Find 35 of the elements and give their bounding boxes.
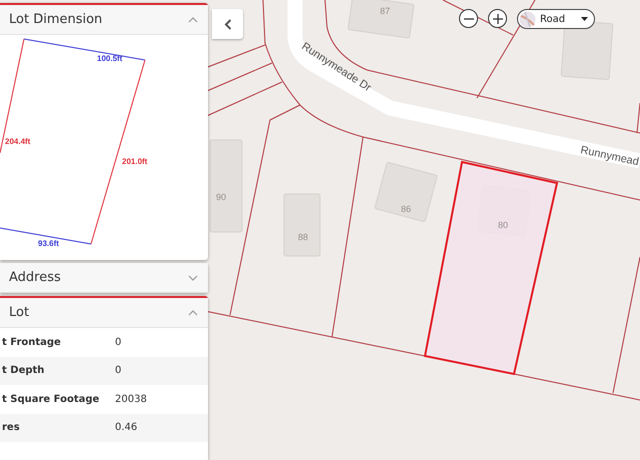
building bbox=[284, 194, 320, 256]
field-value: 0 bbox=[115, 364, 122, 378]
collapse-panel-button[interactable] bbox=[212, 9, 243, 39]
panel-header[interactable]: Address bbox=[0, 263, 208, 293]
house-number: 90 bbox=[216, 192, 226, 202]
selected-lot[interactable] bbox=[424, 160, 558, 376]
dimension-label: 100.5ft bbox=[97, 54, 122, 63]
field-label: t Square Footage bbox=[1, 392, 100, 407]
field-label: res bbox=[1, 421, 21, 436]
panel-header[interactable]: Lot Dimension bbox=[0, 5, 208, 35]
field-label: t Frontage bbox=[1, 336, 62, 350]
map-type-dropdown[interactable]: Road bbox=[517, 9, 595, 29]
house-number: 86 bbox=[401, 204, 411, 214]
chevron-up-icon[interactable] bbox=[188, 16, 198, 22]
chevron-up-icon[interactable] bbox=[188, 310, 198, 316]
field-value: 0 bbox=[115, 336, 122, 350]
panel-title: Lot Dimension bbox=[9, 10, 102, 29]
dimension-label: 204.4ft bbox=[5, 137, 30, 146]
field-label: t Depth bbox=[1, 364, 46, 378]
field-value: 0.46 bbox=[115, 421, 138, 436]
panel-title: Lot bbox=[9, 304, 30, 322]
dimension-label: 93.6ft bbox=[38, 239, 59, 248]
house-number: 88 bbox=[298, 232, 308, 242]
dropdown-value: Road bbox=[540, 12, 566, 26]
building bbox=[347, 0, 415, 39]
panel-header[interactable]: Lot bbox=[0, 298, 208, 328]
field-value: 20038 bbox=[115, 392, 147, 407]
dimension-label: 201.0ft bbox=[122, 157, 148, 166]
chevron-down-icon[interactable] bbox=[188, 274, 198, 280]
road-map-icon bbox=[519, 10, 536, 28]
panel-title: Address bbox=[9, 268, 61, 287]
chevron-left-icon bbox=[224, 18, 232, 30]
house-number: 87 bbox=[380, 6, 390, 16]
house-number: 80 bbox=[498, 220, 508, 230]
plus-icon bbox=[492, 12, 504, 24]
